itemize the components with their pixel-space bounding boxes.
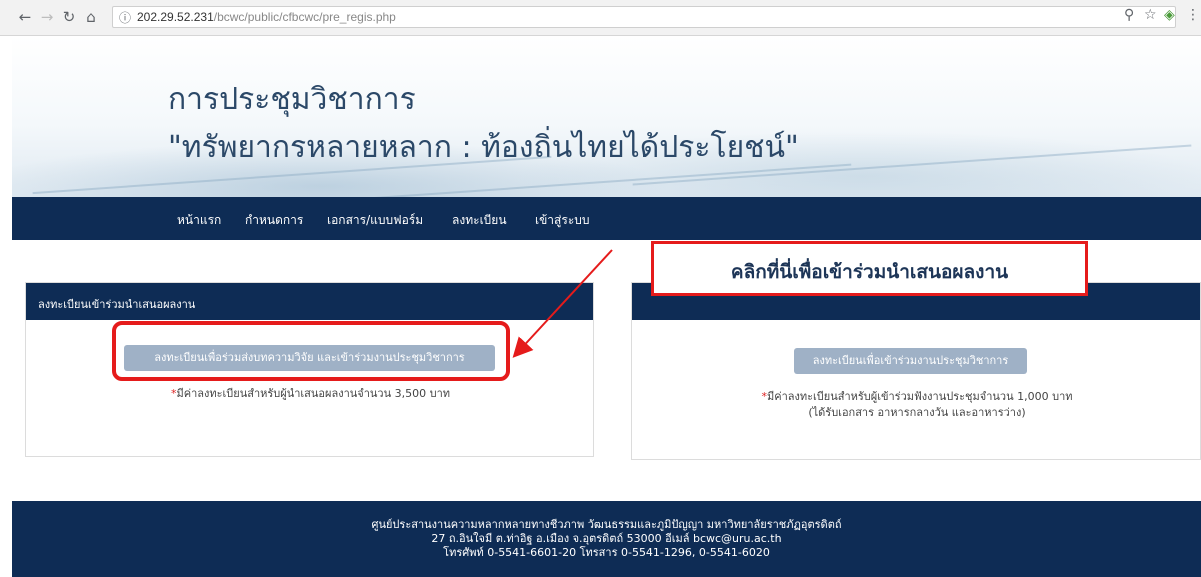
highlight-box — [112, 321, 510, 381]
web-page: การประชุมวิชาการ "ทรัพยากรหลายหลาก : ท้อ… — [12, 36, 1201, 577]
back-icon[interactable]: ← — [16, 8, 34, 26]
menu-kebab-icon[interactable]: ⋮ — [1186, 7, 1200, 23]
attendee-fee-includes: (ได้รับเอกสาร อาหารกลางวัน และอาหารว่าง) — [808, 406, 1026, 419]
nav-documents[interactable]: เอกสาร/แบบฟอร์ม — [327, 211, 423, 230]
nav-register[interactable]: ลงทะเบียน — [452, 211, 507, 230]
extension-icon[interactable]: ◈ — [1164, 7, 1175, 23]
home-icon[interactable]: ⌂ — [82, 8, 100, 26]
site-info-icon[interactable]: ⓘ — [119, 9, 131, 26]
bookmark-star-icon[interactable]: ☆ — [1144, 7, 1157, 23]
callout-text: คลิกที่นี่เพื่อเข้าร่วมนำเสนอผลงาน — [730, 261, 1009, 283]
url-host: 202.29.52.231 — [137, 10, 214, 24]
footer-phone: โทรศัพท์ 0-5541-6601-20 โทรสาร 0-5541-12… — [443, 546, 770, 559]
callout-box: คลิกที่นี่เพื่อเข้าร่วมนำเสนอผลงาน — [651, 241, 1088, 296]
presenter-fee-note: *มีค่าลงทะเบียนสำหรับผู้นำเสนอผลงานจำนวน… — [26, 384, 595, 402]
address-bar[interactable]: ⓘ 202.29.52.231/bcwc/public/cfbcwc/pre_r… — [112, 6, 1176, 28]
browser-toolbar: ← → ↻ ⌂ ⓘ 202.29.52.231/bcwc/public/cfbc… — [0, 0, 1201, 36]
register-attendee-button[interactable]: ลงทะเบียนเพื่อเข้าร่วมงานประชุมวิชาการ — [794, 348, 1027, 374]
nav-login[interactable]: เข้าสู่ระบบ — [535, 211, 590, 230]
header-banner: การประชุมวิชาการ "ทรัพยากรหลายหลาก : ท้อ… — [12, 36, 1201, 197]
main-navbar: หน้าแรก กำหนดการ เอกสาร/แบบฟอร์ม ลงทะเบี… — [12, 197, 1201, 240]
presenter-fee-text: มีค่าลงทะเบียนสำหรับผู้นำเสนอผลงานจำนวน … — [176, 387, 451, 400]
url-path: /bcwc/public/cfbcwc/pre_regis.php — [213, 10, 396, 24]
attendee-fee-text: มีค่าลงทะเบียนสำหรับผู้เข้าร่วมฟังงานประ… — [766, 390, 1073, 403]
attendee-registration-card: ลงทะเบียนเพื่อเข้าร่วมงานประชุมวิชาการ *… — [631, 282, 1201, 460]
callout-arrow — [512, 249, 613, 358]
forward-icon[interactable]: → — [38, 8, 56, 26]
address-url: 202.29.52.231/bcwc/public/cfbcwc/pre_reg… — [137, 10, 396, 24]
zoom-icon[interactable]: ⚲ — [1124, 7, 1134, 23]
card-header-title: ลงทะเบียนเข้าร่วมนำเสนอผลงาน — [38, 298, 196, 311]
conference-subtitle: "ทรัพยากรหลายหลาก : ท้องถิ่นไทยได้ประโยช… — [168, 130, 799, 165]
window-left-edge — [0, 0, 8, 577]
site-footer: ศูนย์ประสานงานความหลากหลายทางชีวภาพ วัฒน… — [12, 501, 1201, 577]
nav-schedule[interactable]: กำหนดการ — [245, 211, 303, 230]
nav-home[interactable]: หน้าแรก — [177, 211, 221, 230]
conference-title: การประชุมวิชาการ — [168, 82, 416, 117]
reload-icon[interactable]: ↻ — [60, 8, 78, 26]
